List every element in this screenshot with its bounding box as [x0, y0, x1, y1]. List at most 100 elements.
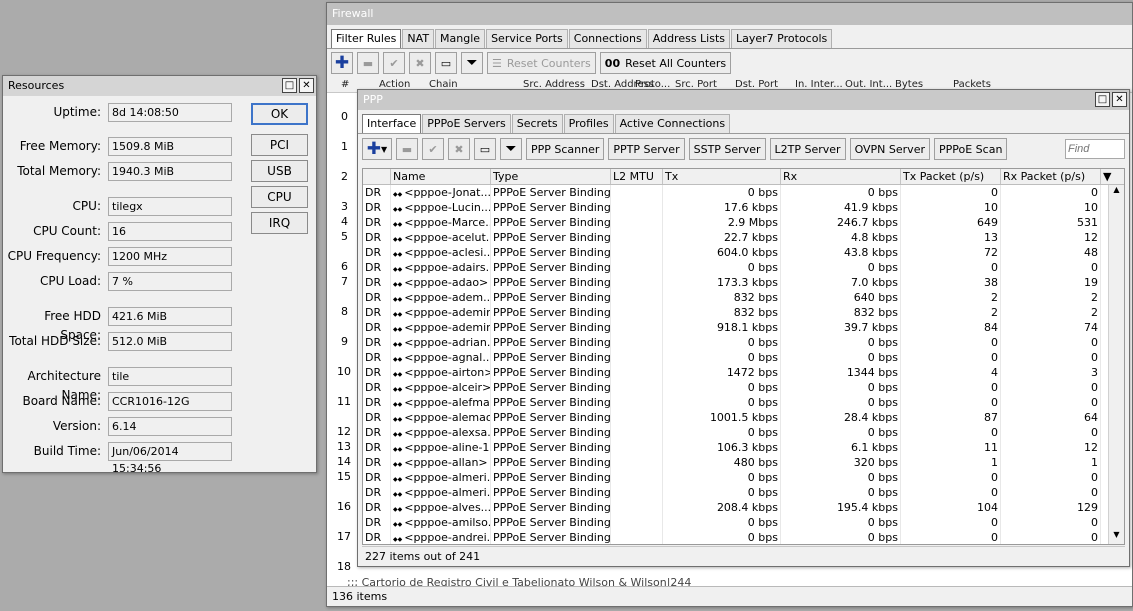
- interface-row[interactable]: DR ◆◆ <pppoe-alves... PPPoE Server Binding 2…: [363, 500, 1124, 515]
- interface-row[interactable]: DR ◆◆ <pppoe-almeri... PPPoE Server Binding…: [363, 485, 1124, 500]
- interface-row[interactable]: DR ◆◆ <pppoe-Marce... PPPoE Server Binding 2…: [363, 215, 1124, 230]
- interface-type: PPPoE Server Binding: [493, 335, 611, 350]
- pptp-server-button[interactable]: PPTP Server: [608, 138, 685, 160]
- interface-row[interactable]: DR ◆◆ <pppoe-ademir> PPPoE Server Binding 83…: [363, 305, 1124, 320]
- rx-packet-rate: 0: [1001, 485, 1101, 500]
- tab-interface[interactable]: Interface: [362, 114, 422, 133]
- interface-row[interactable]: DR ◆◆ <pppoe-amilso... PPPoE Server Binding…: [363, 515, 1124, 530]
- scroll-down-icon[interactable]: ▼: [1109, 530, 1124, 544]
- rx-packet-rate: 64: [1001, 410, 1101, 425]
- tab-secrets[interactable]: Secrets: [511, 114, 563, 133]
- disable-button[interactable]: ✖: [409, 52, 431, 74]
- interface-row[interactable]: DR ◆◆ <pppoe-adrian... PPPoE Server Binding…: [363, 335, 1124, 350]
- interface-row[interactable]: DR ◆◆ <pppoe-almeri... PPPoE Server Binding…: [363, 470, 1124, 485]
- add-button[interactable]: ✚: [331, 52, 353, 74]
- disable-button[interactable]: ✖: [448, 138, 470, 160]
- flags: DR: [363, 215, 391, 230]
- field-label: Total Memory:: [17, 164, 101, 178]
- pppoe-interface-icon: ◆◆: [393, 311, 403, 318]
- comment-button[interactable]: ▭: [474, 138, 496, 160]
- interface-row[interactable]: DR ◆◆ <pppoe-alceir> PPPoE Server Binding 0 …: [363, 380, 1124, 395]
- ppp-title: PPP: [363, 93, 383, 106]
- ok-button[interactable]: OK: [251, 103, 308, 125]
- interface-row[interactable]: DR ◆◆ <pppoe-andrei... PPPoE Server Binding…: [363, 530, 1124, 544]
- interface-row[interactable]: DR ◆◆ <pppoe-adairs... PPPoE Server Binding…: [363, 260, 1124, 275]
- reset-all-counters-button[interactable]: 00 Reset All Counters: [599, 52, 732, 74]
- column-tx[interactable]: Tx: [663, 169, 781, 184]
- interface-type: PPPoE Server Binding: [493, 200, 611, 215]
- interface-name: ◆◆ <pppoe-adairs...: [393, 260, 491, 275]
- interface-type: PPPoE Server Binding: [493, 470, 611, 485]
- maximize-button[interactable]: □: [1095, 92, 1110, 107]
- interface-name: ◆◆ <pppoe-allan>: [391, 455, 491, 470]
- interface-row[interactable]: DR ◆◆ <pppoe-agnal... PPPoE Server Binding 0…: [363, 350, 1124, 365]
- filter-button[interactable]: ⏷: [500, 138, 522, 160]
- tab-pppoe-servers[interactable]: PPPoE Servers: [422, 114, 511, 133]
- remove-button[interactable]: ▬: [396, 138, 418, 160]
- interface-type: PPPoE Server Binding: [493, 185, 611, 200]
- tab-service-ports[interactable]: Service Ports: [486, 29, 568, 48]
- interface-row[interactable]: DR ◆◆ <pppoe-allan> PPPoE Server Binding 480…: [363, 455, 1124, 470]
- enable-button[interactable]: ✔: [383, 52, 405, 74]
- flags: DR: [363, 350, 391, 365]
- interface-row[interactable]: DR ◆◆ <pppoe-ademir... PPPoE Server Binding…: [363, 320, 1124, 335]
- ppp-scanner-button[interactable]: PPP Scanner: [526, 138, 605, 160]
- l2-mtu: [611, 320, 663, 335]
- tab-active-connections[interactable]: Active Connections: [614, 114, 731, 133]
- pci-button[interactable]: PCI: [251, 134, 308, 156]
- scroll-up-icon[interactable]: ▲: [1109, 185, 1124, 199]
- usb-button[interactable]: USB: [251, 160, 308, 182]
- close-button[interactable]: ✕: [299, 78, 314, 93]
- tab-profiles[interactable]: Profiles: [563, 114, 614, 133]
- irq-button[interactable]: IRQ: [251, 212, 308, 234]
- maximize-button[interactable]: □: [282, 78, 297, 93]
- interface-row[interactable]: DR ◆◆ <pppoe-acelut... PPPoE Server Binding…: [363, 230, 1124, 245]
- interface-type: PPPoE Server Binding: [493, 515, 611, 530]
- pppoe-scan-button[interactable]: PPPoE Scan: [933, 138, 1008, 160]
- interface-row[interactable]: DR ◆◆ <pppoe-aclesi... PPPoE Server Binding…: [363, 245, 1124, 260]
- interface-row[interactable]: DR ◆◆ <pppoe-Jonat... PPPoE Server Binding 0…: [363, 185, 1124, 200]
- interface-row[interactable]: DR ◆◆ <pppoe-Lucin... PPPoE Server Binding 1…: [363, 200, 1124, 215]
- filter-button[interactable]: ⏷: [461, 52, 483, 74]
- column-rx[interactable]: Rx: [781, 169, 901, 184]
- interface-name: ◆◆ <pppoe-alves...: [393, 500, 491, 515]
- column-tx-packet[interactable]: Tx Packet (p/s): [901, 169, 1001, 184]
- cpu-button[interactable]: CPU: [251, 186, 308, 208]
- column-rx-packet[interactable]: Rx Packet (p/s): [1001, 169, 1101, 184]
- add-dropdown-button[interactable]: ✚ ▼: [362, 138, 392, 160]
- remove-button[interactable]: ▬: [357, 52, 379, 74]
- interface-row[interactable]: DR ◆◆ <pppoe-airton> PPPoE Server Binding 14…: [363, 365, 1124, 380]
- comment-button[interactable]: ▭: [435, 52, 457, 74]
- interface-row[interactable]: DR ◆◆ <pppoe-adem... PPPoE Server Binding 83…: [363, 290, 1124, 305]
- column-l2-mtu[interactable]: L2 MTU: [611, 169, 663, 184]
- field-value: 421.6 MiB: [108, 307, 232, 326]
- interface-row[interactable]: DR ◆◆ <pppoe-adao> PPPoE Server Binding 173.…: [363, 275, 1124, 290]
- flags: DR: [363, 230, 391, 245]
- ovpn-server-button[interactable]: OVPN Server: [849, 138, 930, 160]
- interface-row[interactable]: DR◆◆<pppoe-alemao>PPPoE Server Binding 10…: [363, 410, 1124, 425]
- tab-connections[interactable]: Connections: [568, 29, 647, 48]
- interface-row[interactable]: DR ◆◆ <pppoe-aline-1> PPPoE Server Binding 1…: [363, 440, 1124, 455]
- tx-packet-rate: 0: [901, 425, 1001, 440]
- tx-packet-rate: 2: [901, 305, 1001, 320]
- rx-rate: 0 bps: [781, 470, 901, 485]
- column-chooser-icon[interactable]: ▼: [1101, 169, 1115, 184]
- tab-layer7-protocols[interactable]: Layer7 Protocols: [731, 29, 833, 48]
- enable-button[interactable]: ✔: [422, 138, 444, 160]
- column-type[interactable]: Type: [491, 169, 611, 184]
- interface-row[interactable]: DR ◆◆ <pppoe-alexsa... PPPoE Server Binding…: [363, 425, 1124, 440]
- tab-address-lists[interactable]: Address Lists: [647, 29, 731, 48]
- l2-mtu: [611, 305, 663, 320]
- close-button[interactable]: ✕: [1112, 92, 1127, 107]
- reset-counters-button[interactable]: ☰ Reset Counters: [487, 52, 596, 74]
- column-name[interactable]: Name: [391, 169, 491, 184]
- interface-name: ◆◆ <pppoe-agnal...: [393, 350, 491, 365]
- find-input[interactable]: [1065, 139, 1125, 159]
- vertical-scrollbar[interactable]: ▲ ▼: [1108, 185, 1124, 544]
- tab-nat[interactable]: NAT: [402, 29, 435, 48]
- l2tp-server-button[interactable]: L2TP Server: [769, 138, 846, 160]
- interface-row[interactable]: DR ◆◆ <pppoe-alefma... PPPoE Server Binding…: [363, 395, 1124, 410]
- sstp-server-button[interactable]: SSTP Server: [688, 138, 766, 160]
- tab-filter-rules[interactable]: Filter Rules: [331, 29, 402, 48]
- tab-mangle[interactable]: Mangle: [435, 29, 486, 48]
